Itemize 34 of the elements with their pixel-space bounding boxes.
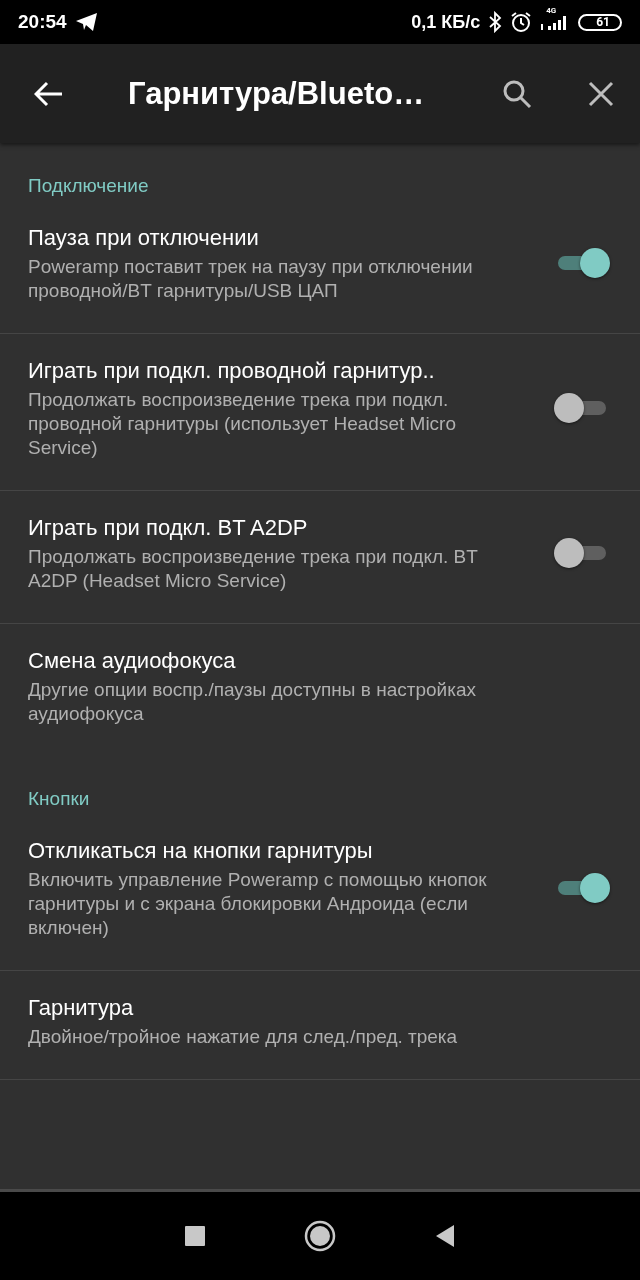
setting-row[interactable]: Играть при подкл. BT A2DP Продолжать воспроизведение трека при подкл. BT A2DP (Headset Micro Service)	[0, 491, 640, 624]
setting-row[interactable]: Играть при подкл. проводной гарнитур.. Продолжать воспроизведение трека при подкл. проводной гарнитуры (использует Headset Micro Service)	[0, 334, 640, 491]
section-header: Кнопки	[27, 787, 91, 811]
alarm-clock-icon	[510, 11, 533, 33]
setting-description: Продолжать воспроизведение трека при подкл. BT A2DP (Headset Micro Service)	[28, 545, 479, 593]
setting-title: Пауза при отключении	[28, 224, 260, 252]
back-arrow-icon[interactable]	[34, 80, 64, 107]
setting-row[interactable]: Гарнитура Двойное/тройное нажатие для след./пред. трека	[0, 971, 640, 1080]
setting-title: Откликаться на кнопки гарнитуры	[28, 837, 374, 865]
setting-title: Смена аудиофокуса	[28, 647, 237, 675]
back-icon[interactable]	[434, 1224, 456, 1248]
home-icon[interactable]	[304, 1220, 336, 1252]
setting-row[interactable]: Откликаться на кнопки гарнитуры Включить управление Poweramp с помощью кнопок гарнитуры и с экрана блокировки Андроида (если включен)	[0, 826, 640, 971]
search-icon[interactable]	[502, 78, 532, 109]
screen-title: Гарнитура/Blueto…	[128, 75, 426, 112]
paper-plane-icon	[74, 12, 99, 32]
setting-title: Играть при подкл. проводной гарнитур..	[28, 357, 436, 385]
clock: 20:54	[18, 11, 67, 33]
setting-description: Двойное/тройное нажатие для след./пред. трека	[28, 1025, 459, 1049]
setting-description: Poweramp поставит трек на паузу при отключении проводной/BT гарнитуры/USB ЦАП	[28, 255, 474, 303]
bluetooth-icon	[488, 11, 503, 33]
setting-description: Другие опции воспр./паузы доступны в настройках аудиофокуса	[28, 678, 477, 726]
section-header: Подключение	[27, 174, 150, 198]
setting-row[interactable]: Смена аудиофокуса Другие опции воспр./паузы доступны в настройках аудиофокуса	[0, 624, 640, 756]
battery-indicator: 61	[578, 13, 622, 31]
setting-row[interactable]: Пауза при отключении Poweramp поставит трек на паузу при отключении проводной/BT гарнитуры/USB ЦАП	[0, 213, 640, 334]
recent-apps-icon[interactable]	[184, 1225, 206, 1247]
network-type: 4G	[546, 6, 557, 15]
setting-description: Включить управление Poweramp с помощью кнопок гарнитуры и с экрана блокировки Андроида (если включен)	[28, 868, 488, 940]
close-icon[interactable]	[588, 80, 614, 107]
network-speed: 0,1 КБ/с	[411, 11, 481, 33]
setting-description: Продолжать воспроизведение трека при подкл. проводной гарнитуры (использует Headset Micro Service)	[28, 388, 457, 460]
setting-title: Играть при подкл. BT A2DP	[28, 514, 309, 542]
setting-title: Гарнитура	[28, 994, 135, 1022]
